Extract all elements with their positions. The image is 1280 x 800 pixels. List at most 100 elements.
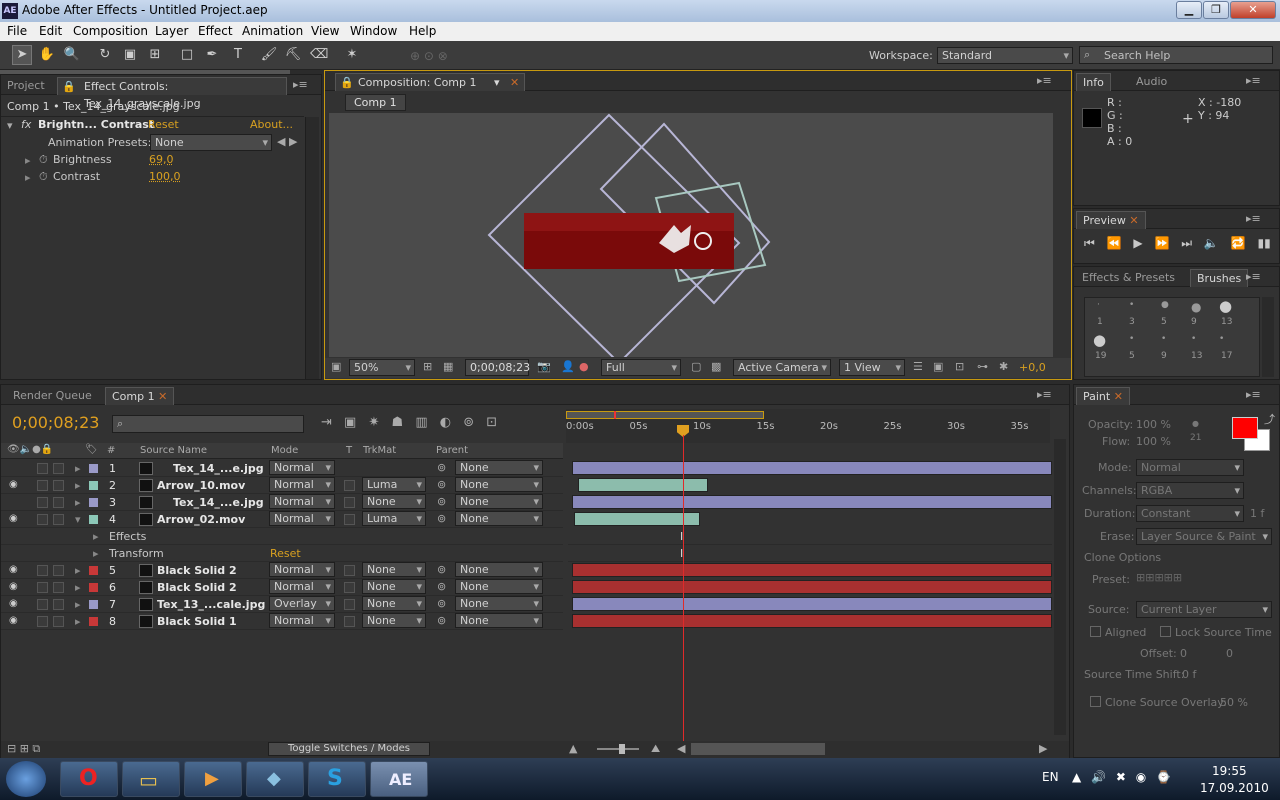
lock-switch[interactable] xyxy=(53,463,64,474)
comp-close-icon[interactable]: ✕ xyxy=(158,390,167,403)
layer-name[interactable]: Arrow_02.mov xyxy=(157,513,245,526)
audio-switch[interactable] xyxy=(37,582,48,593)
always-preview-icon[interactable]: ▣ xyxy=(331,360,341,373)
layer-row[interactable]: ◉ ▸ 6 Black Solid 2 Normal None ⊚ None xyxy=(1,579,563,596)
resolution-dropdown[interactable]: Full xyxy=(601,359,681,376)
search-help-field[interactable]: ⌕ Search Help xyxy=(1079,46,1273,64)
tab-effects-presets[interactable]: Effects & Presets xyxy=(1076,269,1181,287)
menu-animation[interactable]: Animation xyxy=(242,24,303,38)
collapse-arrow-icon[interactable]: ▾ xyxy=(75,513,81,526)
parent-pickwhip-icon[interactable]: ⊚ xyxy=(437,478,446,491)
layer-name[interactable]: Tex_14_...e.jpg xyxy=(173,462,264,475)
lock-switch[interactable] xyxy=(53,582,64,593)
audio-icon[interactable]: 🔈 xyxy=(1204,236,1219,250)
lock-switch[interactable] xyxy=(53,599,64,610)
parent-pickwhip-icon[interactable]: ⊚ xyxy=(437,495,446,508)
parent-dropdown[interactable]: None xyxy=(455,460,543,475)
col-trkmat[interactable]: TrkMat xyxy=(363,445,396,456)
parent-dropdown[interactable]: None xyxy=(455,494,543,509)
preserve-transparency-switch[interactable] xyxy=(344,514,355,525)
trkmat-dropdown[interactable]: Luma xyxy=(362,477,426,492)
trkmat-dropdown[interactable]: None xyxy=(362,562,426,577)
audio-switch[interactable] xyxy=(37,514,48,525)
brushes-scrollbar[interactable] xyxy=(1262,297,1274,377)
transform-reset-link[interactable]: Reset xyxy=(270,547,301,560)
draft-3d-icon[interactable]: ✷ xyxy=(368,415,379,430)
layer-duration-bar[interactable] xyxy=(574,512,700,526)
safe-zones-icon[interactable]: ▦ xyxy=(443,360,453,373)
layer-duration-bar[interactable] xyxy=(572,563,1052,577)
audio-switch[interactable] xyxy=(37,480,48,491)
menu-layer[interactable]: Layer xyxy=(155,24,188,38)
toggle-switches-button[interactable]: Toggle Switches / Modes xyxy=(268,742,430,756)
ram-preview-icon[interactable]: ▮▮ xyxy=(1257,236,1270,250)
info-menu-icon[interactable]: ▸≡ xyxy=(1246,74,1261,87)
tab-comp[interactable]: Comp 1 ✕ xyxy=(105,387,175,405)
preserve-transparency-switch[interactable] xyxy=(344,616,355,627)
label-color-chip[interactable] xyxy=(89,464,98,473)
brushes-menu-icon[interactable]: ▸≡ xyxy=(1246,270,1261,283)
offset-y[interactable]: 0 xyxy=(1226,647,1233,660)
network-icon[interactable]: ✖ xyxy=(1116,770,1126,784)
timeline-menu-icon[interactable]: ▸≡ xyxy=(1037,388,1052,401)
shift-value[interactable]: 0 f xyxy=(1182,668,1196,681)
preview-close-icon[interactable]: ✕ xyxy=(1129,214,1138,227)
effect-scrollbar[interactable] xyxy=(305,117,319,379)
pan-behind-tool-icon[interactable]: ⊞ xyxy=(145,45,165,65)
skype-taskbar-icon[interactable]: S xyxy=(308,761,366,797)
menu-composition[interactable]: Composition xyxy=(73,24,148,38)
layer-row[interactable]: ◉ ▸ 2 Arrow_10.mov Normal Luma ⊚ None xyxy=(1,477,563,494)
layer-mode-dropdown[interactable]: Normal xyxy=(269,579,335,594)
show-snapshot-icon[interactable]: 👤 xyxy=(561,360,575,373)
effect-reset-link[interactable]: Reset xyxy=(148,118,179,131)
effect-about-link[interactable]: About... xyxy=(250,118,293,131)
clock-time[interactable]: 19:55 xyxy=(1212,764,1247,778)
duration-frames[interactable]: 1 f xyxy=(1250,507,1264,520)
menu-file[interactable]: File xyxy=(7,24,27,38)
expand-arrow-icon[interactable]: ▸ xyxy=(75,564,81,577)
parent-pickwhip-icon[interactable]: ⊚ xyxy=(437,512,446,525)
preserve-transparency-switch[interactable] xyxy=(344,599,355,610)
lock-switch[interactable] xyxy=(53,616,64,627)
eye-icon[interactable]: ◉ xyxy=(9,615,18,626)
fx-icon[interactable]: fx xyxy=(21,118,31,131)
clone-overlay-value[interactable]: 50 % xyxy=(1220,696,1248,709)
preserve-transparency-switch[interactable] xyxy=(344,497,355,508)
brush-dot-icon[interactable]: ● xyxy=(1161,300,1169,310)
comp-timecode[interactable]: 0;00;08;23 xyxy=(465,359,530,376)
layer-mode-dropdown[interactable]: Normal xyxy=(269,494,335,509)
channels-dropdown[interactable]: RGBA xyxy=(1136,482,1244,499)
opacity-value[interactable]: 100 % xyxy=(1136,418,1171,431)
hand-tool-icon[interactable]: ✋ xyxy=(37,45,57,65)
comp-viewer[interactable] xyxy=(329,113,1053,357)
workspace-dropdown[interactable]: Standard xyxy=(937,47,1073,64)
layer-row[interactable]: ◉ ▸ 8 Black Solid 1 Normal None ⊚ None xyxy=(1,613,563,630)
label-color-chip[interactable] xyxy=(89,481,98,490)
brainstorm-icon[interactable]: ⊡ xyxy=(486,415,497,430)
menu-help[interactable]: Help xyxy=(409,24,436,38)
pen-tool-icon[interactable]: ✒ xyxy=(202,45,222,65)
audio-switch[interactable] xyxy=(37,565,48,576)
region-of-interest-icon[interactable]: ▢ xyxy=(691,360,701,373)
animation-presets-dropdown[interactable]: None xyxy=(150,134,272,151)
preset-next-icon[interactable]: ▶ xyxy=(289,135,297,148)
layer-mode-dropdown[interactable]: Normal xyxy=(269,562,335,577)
timeline-timecode[interactable]: 0;00;08;23 xyxy=(12,413,99,432)
audio-switch[interactable] xyxy=(37,616,48,627)
scroll-left-icon[interactable]: ◀ xyxy=(677,742,685,755)
expand-arrow-icon[interactable]: ▸ xyxy=(75,479,81,492)
effect-expand-icon[interactable]: ▾ xyxy=(7,119,13,132)
expand-arrow-icon[interactable]: ▸ xyxy=(75,581,81,594)
tray-app-icon[interactable]: ◉ xyxy=(1136,770,1146,784)
time-ruler[interactable]: 0:00s 05s 10s 15s 20s 25s 30s 35s xyxy=(566,409,1050,443)
brush-dot-icon[interactable]: • xyxy=(1219,334,1224,344)
audio-switch[interactable] xyxy=(37,599,48,610)
lock-switch[interactable] xyxy=(53,565,64,576)
opera-taskbar-icon[interactable]: O xyxy=(60,761,118,797)
layer-name[interactable]: Black Solid 2 xyxy=(157,581,237,594)
preview-menu-icon[interactable]: ▸≡ xyxy=(1246,212,1261,225)
trkmat-dropdown[interactable]: Luma xyxy=(362,511,426,526)
parent-dropdown[interactable]: None xyxy=(455,562,543,577)
contrast-value[interactable]: 100,0 xyxy=(149,170,181,183)
parent-pickwhip-icon[interactable]: ⊚ xyxy=(437,597,446,610)
